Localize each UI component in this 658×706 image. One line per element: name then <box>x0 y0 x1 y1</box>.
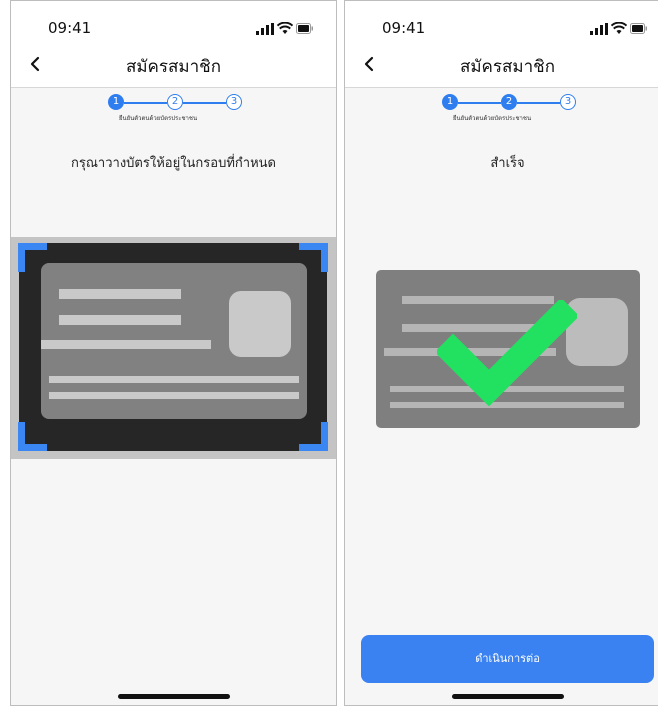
wifi-icon <box>277 22 293 34</box>
signal-icon <box>590 23 608 35</box>
page-title: สมัครสมาชิก <box>459 57 556 77</box>
scan-corner-top-right <box>299 243 328 272</box>
status-time: 09:41 <box>382 19 426 37</box>
step-2-indicator: 2 <box>501 94 517 110</box>
battery-icon <box>630 23 647 34</box>
home-indicator <box>452 694 564 699</box>
step-3-indicator: 3 <box>560 94 576 110</box>
progress-stepper: 1 2 3 ยืนยันตัวตนด้วยบัตรประชาชน <box>345 91 658 125</box>
step-connector <box>517 102 560 104</box>
camera-viewfinder <box>11 237 336 459</box>
progress-stepper: 1 2 3 ยืนยันตัวตนด้วยบัตรประชาชน <box>11 91 336 125</box>
step-1-indicator: 1 <box>442 94 458 110</box>
success-status-text: สำเร็จ <box>490 156 525 171</box>
step-2-indicator: 2 <box>167 94 183 110</box>
home-indicator <box>118 694 230 699</box>
scan-corner-bottom-right <box>299 422 328 451</box>
step-3-indicator: 3 <box>226 94 242 110</box>
id-card-illustration <box>41 263 307 419</box>
navigation-bar: สมัครสมาชิก <box>11 43 336 88</box>
wifi-icon <box>611 22 627 34</box>
main-content: 1 2 3 ยืนยันตัวตนด้วยบัตรประชาชน กรุณาวา… <box>11 88 336 705</box>
step-label: ยืนยันตัวตนด้วยบัตรประชาชน <box>453 115 532 122</box>
phone-screen-capture: 09:41 สมัครสมาชิก 1 2 3 ยืนยันตัวตนด้วยบ… <box>10 0 337 706</box>
status-icons <box>254 21 314 37</box>
continue-button[interactable]: ดำเนินการต่อ <box>361 635 654 683</box>
status-bar: 09:41 <box>11 1 336 41</box>
status-bar: 09:41 <box>345 1 658 41</box>
main-content: 1 2 3 ยืนยันตัวตนด้วยบัตรประชาชน สำเร็จ … <box>345 88 658 705</box>
battery-icon <box>296 23 313 34</box>
step-1-indicator: 1 <box>108 94 124 110</box>
step-connector <box>183 102 226 104</box>
step-connector <box>124 102 167 104</box>
scan-corner-top-left <box>18 243 47 272</box>
status-icons <box>588 21 648 37</box>
scan-frame <box>18 243 328 451</box>
capture-instruction: กรุณาวางบัตรให้อยู่ในกรอบที่กำหนด <box>71 156 276 171</box>
signal-icon <box>256 23 274 35</box>
step-label: ยืนยันตัวตนด้วยบัตรประชาชน <box>119 115 198 122</box>
step-connector <box>458 102 501 104</box>
navigation-bar: สมัครสมาชิก <box>345 43 658 88</box>
scan-corner-bottom-left <box>18 422 47 451</box>
status-time: 09:41 <box>48 19 92 37</box>
page-title: สมัครสมาชิก <box>125 57 222 77</box>
phone-screen-success: 09:41 สมัครสมาชิก 1 2 3 ยืนยันตัวตนด้วยบ… <box>344 0 658 706</box>
checkmark-icon <box>437 300 577 407</box>
